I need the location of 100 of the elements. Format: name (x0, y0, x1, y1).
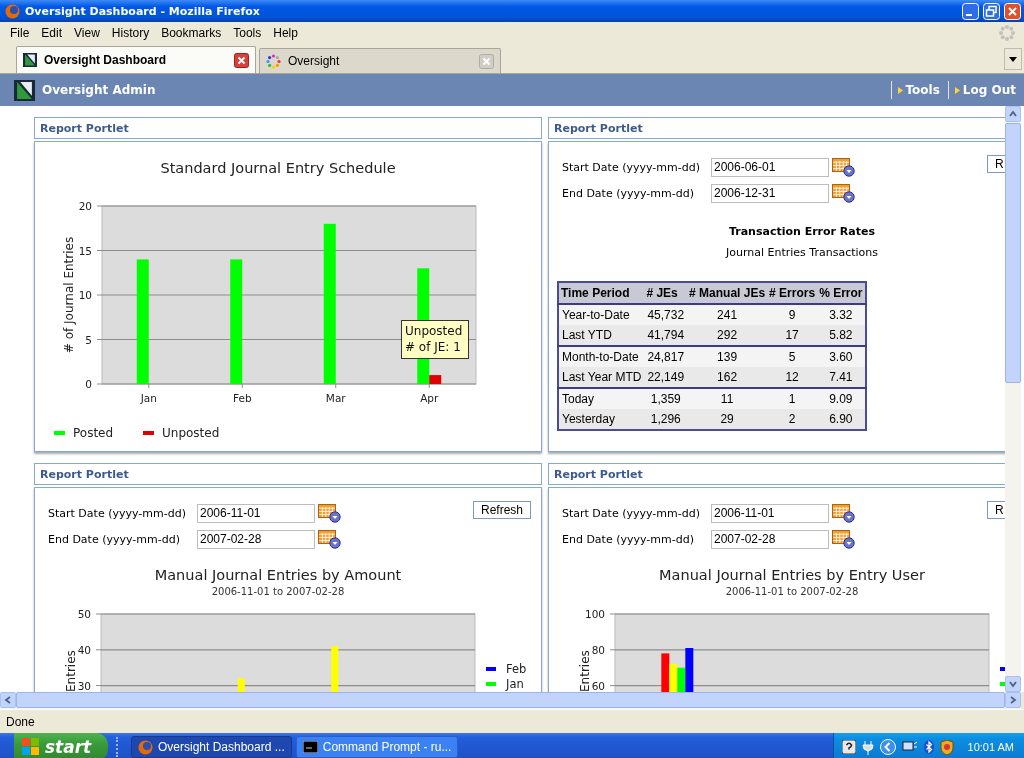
menu-item[interactable]: Tools (227, 24, 268, 42)
menu-item[interactable]: Bookmarks (155, 24, 228, 42)
maximize-button[interactable] (983, 2, 1000, 20)
table-cell: Last YTD (558, 325, 645, 346)
axis-title: Entries (64, 650, 78, 692)
field-label: End Date (yyyy-mm-dd) (48, 532, 181, 546)
table-cell: 241 (687, 304, 768, 325)
date-field[interactable]: 2006-06-01 (711, 157, 829, 177)
table-cell: 11 (687, 388, 768, 409)
axis-tick-label: 50 (77, 608, 91, 620)
show-hidden-icons-button[interactable] (879, 739, 896, 755)
table-cell: 1,296 (644, 409, 688, 430)
throbber-icon (998, 24, 1016, 42)
table-cell: Month-to-Date (558, 346, 645, 367)
axis-tick-label: 10 (78, 289, 92, 301)
field-label: Start Date (yyyy-mm-dd) (562, 506, 701, 520)
table-cell: Today (558, 388, 645, 409)
portlet-header: Report Portlet (548, 117, 1005, 139)
date-field[interactable]: 2006-11-01 (197, 503, 315, 523)
tooltip-text: # of JE: 1 (405, 340, 461, 354)
field-label: Start Date (yyyy-mm-dd) (48, 506, 187, 520)
help-icon (841, 740, 856, 754)
taskbar-button[interactable]: Command Prompt - ru... (295, 736, 459, 758)
axis-tick-label: Apr (420, 392, 439, 404)
date-field[interactable]: 2007-02-28 (711, 529, 829, 549)
table-cell: 1,359 (644, 388, 688, 409)
browser-icon (5, 3, 20, 19)
column-header: # Errors (767, 282, 818, 304)
refresh-button[interactable]: R (987, 501, 1005, 519)
axis-tick-label: 100 (584, 608, 605, 620)
tooltip-text: Unposted (405, 324, 463, 338)
axis-tick-label: 0 (85, 378, 92, 390)
column-header: # JEs (644, 282, 688, 304)
table-cell: Year-to-Date (558, 304, 645, 325)
axis-tick-label: 40 (77, 643, 91, 656)
close-tab-icon[interactable] (234, 52, 249, 68)
header-link[interactable]: Log Out (948, 83, 1016, 97)
browser-icon (138, 739, 153, 755)
scroll-down-button[interactable] (1005, 676, 1021, 692)
table-cell: 2 (767, 409, 818, 430)
refresh-button[interactable]: R (987, 155, 1005, 173)
menu-item[interactable]: History (105, 24, 156, 42)
close-button[interactable] (1004, 2, 1021, 20)
calendar-icon[interactable] (832, 183, 855, 203)
menu-item[interactable]: View (68, 24, 106, 42)
axis-title: # of Journal Entries (62, 236, 76, 354)
bluetooth-icon (923, 740, 934, 754)
table-cell: Last Year MTD (558, 367, 645, 388)
menu-item[interactable]: Edit (35, 24, 69, 42)
chevron-icon (4, 696, 12, 704)
tab[interactable]: Oversight (259, 48, 501, 73)
table-cell: 22,149 (644, 367, 688, 388)
table-cell: 3.32 (817, 304, 866, 325)
clock: 10:01 AM (967, 739, 1014, 755)
network-icon (901, 740, 918, 754)
bar (237, 678, 245, 692)
table-cell: 12 (767, 367, 818, 388)
column-header: Time Period (558, 282, 645, 304)
field-label: Start Date (yyyy-mm-dd) (562, 160, 701, 174)
shield-icon (939, 739, 954, 755)
calendar-icon[interactable] (832, 157, 855, 177)
table-cell: 3.60 (817, 346, 866, 367)
legend-label: Posted (73, 426, 114, 440)
tab-list-button[interactable] (1004, 48, 1022, 70)
table-cell: 17 (767, 325, 818, 346)
refresh-button[interactable]: Refresh (472, 501, 531, 519)
axis-tick-label: 20 (78, 200, 92, 212)
scroll-thumb[interactable] (1005, 123, 1021, 383)
scroll-left-button[interactable] (0, 692, 16, 708)
scroll-thumb[interactable] (16, 692, 1005, 708)
axis-tick-label: 5 (85, 333, 92, 346)
menu-item[interactable]: File (4, 24, 36, 42)
app-title: Oversight Admin (42, 83, 156, 97)
date-field[interactable]: 2006-11-01 (711, 503, 829, 523)
taskbar-button[interactable]: Oversight Dashboard ... (131, 736, 292, 758)
minimize-button[interactable] (962, 2, 979, 20)
date-field[interactable]: 2007-02-28 (197, 529, 315, 549)
tab[interactable]: Oversight Dashboard (16, 46, 256, 73)
chevron-icon (1009, 110, 1017, 118)
scroll-right-button[interactable] (1005, 692, 1021, 708)
calendar-icon[interactable] (832, 503, 855, 523)
header-link[interactable]: Tools (891, 83, 940, 97)
start-button[interactable]: start (14, 733, 108, 758)
calendar-icon[interactable] (832, 529, 855, 549)
axis-tick-label: 80 (591, 643, 605, 656)
menu-item[interactable]: Help (267, 24, 304, 42)
date-field[interactable]: 2006-12-31 (711, 183, 829, 203)
caret-icon (1009, 56, 1017, 62)
portlet-header: Report Portlet (34, 463, 542, 485)
chart-subtitle: 2006-11-01 to 2007-02-28 (211, 586, 345, 597)
bar (331, 646, 339, 692)
chart-title: Manual Journal Entries by Amount (154, 567, 402, 583)
tooltip (401, 320, 469, 359)
chevron-icon (897, 86, 903, 94)
calendar-icon[interactable] (318, 503, 341, 523)
axis-tick-label: 30 (77, 679, 91, 692)
calendar-icon[interactable] (318, 529, 341, 549)
scroll-up-button[interactable] (1005, 106, 1021, 122)
status-text: Done (6, 713, 35, 731)
table-cell: 1 (767, 388, 818, 409)
